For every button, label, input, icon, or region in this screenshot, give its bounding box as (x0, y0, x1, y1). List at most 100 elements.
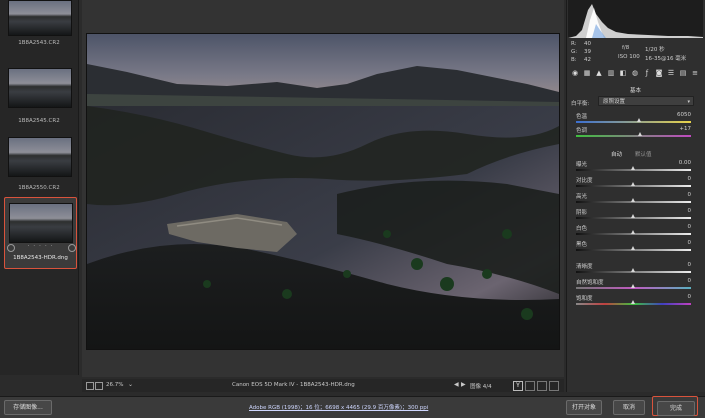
shadows-knob[interactable] (631, 214, 635, 218)
g-value: 39 (584, 49, 591, 55)
g-label: G: (571, 49, 578, 55)
detail-tab-icon[interactable]: ▲ (595, 69, 603, 77)
fx-tab-icon[interactable]: ƒ (643, 69, 651, 77)
before-after-toggle-icon[interactable] (525, 381, 535, 391)
split-toning-tab-icon[interactable]: ◧ (619, 69, 627, 77)
filmstrip-thumb-2[interactable] (8, 68, 72, 108)
tone-curve-tab-icon[interactable]: ▦ (583, 69, 591, 77)
r-value: 40 (584, 41, 591, 47)
filmstrip-item-selected[interactable]: · · · · · 1B8A2543-HDR.dng (4, 197, 77, 269)
vibrance-value[interactable]: 0 (688, 278, 692, 284)
zoom-level[interactable]: 26.7% (106, 382, 123, 388)
histogram-graph (568, 4, 703, 38)
contrast-value[interactable]: 0 (688, 176, 692, 182)
filmstrip-label-4: 1B8A2543-HDR.dng (13, 255, 68, 261)
filmstrip: 1B8A2543.CR2 1B8A2545.CR2 1B8A2550.CR2 (0, 0, 79, 375)
before-after-y-icon[interactable]: Y (513, 381, 523, 391)
saturation-value[interactable]: 0 (688, 294, 692, 300)
whites-slider[interactable]: 白色 0 (568, 224, 703, 238)
temperature-track[interactable] (576, 121, 691, 123)
panel-menu-icon[interactable]: ≡ (691, 69, 699, 77)
contrast-knob[interactable] (631, 182, 635, 186)
cancel-button[interactable]: 取消 (613, 400, 645, 415)
hsl-tab-icon[interactable]: ▥ (607, 69, 615, 77)
clarity-value[interactable]: 0 (688, 262, 692, 268)
auto-tone-link[interactable]: 自动 (611, 150, 622, 158)
basic-tab-icon[interactable]: ◉ (571, 69, 579, 77)
white-balance-value: 原照设置 (603, 99, 626, 105)
preview-image[interactable] (86, 33, 560, 350)
presets-tab-icon[interactable]: ☰ (667, 69, 675, 77)
tint-knob[interactable] (637, 132, 642, 136)
tint-slider[interactable]: 色调 +17 (568, 126, 703, 140)
tint-value[interactable]: +17 (679, 126, 691, 132)
shadows-value[interactable]: 0 (688, 208, 692, 214)
filmstrip-label-3: 1B8A2550.CR2 (18, 185, 60, 191)
r-label: R: (571, 41, 577, 47)
shadows-label: 阴影 (576, 210, 588, 216)
whites-value[interactable]: 0 (688, 224, 692, 230)
temperature-knob[interactable] (636, 118, 641, 122)
filmstrip-thumb-4 (9, 203, 73, 243)
filmstrip-label-2: 1B8A2545.CR2 (18, 118, 60, 124)
vibrance-slider[interactable]: 自然饱和度 0 (568, 278, 703, 292)
zoom-in-icon[interactable] (95, 382, 103, 390)
snapshots-tab-icon[interactable]: ▤ (679, 69, 687, 77)
workflow-options-link[interactable]: Adobe RGB (1998)；16 位；6698 x 4465 (29.9 … (249, 403, 428, 411)
b-label: B: (571, 57, 577, 63)
whites-label: 白色 (576, 226, 588, 232)
highlights-label: 高光 (576, 194, 588, 200)
open-object-button[interactable]: 打开对象 (566, 400, 602, 415)
blacks-label: 黑色 (576, 242, 588, 248)
next-image-icon[interactable]: ▶ (461, 381, 466, 388)
default-tone-link[interactable]: 默认值 (635, 150, 652, 158)
zoom-out-icon[interactable] (86, 382, 94, 390)
filmstrip-label-1: 1B8A2543.CR2 (18, 40, 60, 46)
exposure-value[interactable]: 0.00 (679, 160, 691, 166)
panel-tabs: ◉ ▦ ▲ ▥ ◧ ◍ ƒ ◙ ☰ ▤ ≡ (568, 67, 703, 79)
saturation-slider[interactable]: 饱和度 0 (568, 294, 703, 308)
saturation-knob[interactable] (631, 300, 635, 304)
whites-knob[interactable] (631, 230, 635, 234)
lens-tab-icon[interactable]: ◍ (631, 69, 639, 77)
clarity-knob[interactable] (631, 268, 635, 272)
temperature-value[interactable]: 6050 (677, 112, 691, 118)
blacks-slider[interactable]: 黑色 0 (568, 240, 703, 254)
prev-image-icon[interactable]: ◀ (454, 381, 459, 388)
rating-stars[interactable]: · · · · · (5, 243, 76, 250)
tint-track[interactable] (576, 135, 691, 137)
camera-calibration-tab-icon[interactable]: ◙ (655, 69, 663, 77)
zoom-dropdown-icon[interactable]: ⌄ (128, 381, 133, 388)
tint-label: 色调 (576, 128, 588, 134)
highlights-value[interactable]: 0 (688, 192, 692, 198)
done-button[interactable]: 完成 (657, 401, 695, 416)
white-balance-label: 白平衡: (571, 101, 590, 107)
swap-settings-icon[interactable] (537, 381, 547, 391)
blacks-knob[interactable] (631, 246, 635, 250)
clarity-slider[interactable]: 清晰度 0 (568, 262, 703, 276)
landscape-photo (87, 34, 559, 349)
filmstrip-thumb-3[interactable] (8, 137, 72, 177)
viewer-status-bar: 26.7% ⌄ Canon EOS 5D Mark IV - 1B8A2543-… (82, 379, 564, 392)
saturation-label: 饱和度 (576, 296, 593, 302)
save-image-button[interactable]: 存储图像... (4, 400, 52, 415)
shadows-slider[interactable]: 阴影 0 (568, 208, 703, 222)
white-balance-select[interactable]: 原照设置 ▾ (598, 96, 694, 106)
temperature-slider[interactable]: 色温 6050 (568, 112, 703, 126)
aperture: f/8 (622, 45, 630, 51)
exposure-slider[interactable]: 曝光 0.00 (568, 160, 703, 174)
blacks-value[interactable]: 0 (688, 240, 692, 246)
filmstrip-thumb-1[interactable] (8, 0, 72, 36)
highlights-knob[interactable] (631, 198, 635, 202)
iso: ISO 100 (618, 54, 640, 60)
temperature-label: 色温 (576, 114, 588, 120)
image-counter: 图像 4/4 (470, 384, 492, 390)
highlights-slider[interactable]: 高光 0 (568, 192, 703, 206)
shutter-speed: 1/20 秒 (645, 47, 665, 53)
contrast-slider[interactable]: 对比度 0 (568, 176, 703, 190)
vibrance-knob[interactable] (631, 284, 635, 288)
preview-settings-icon[interactable] (549, 381, 559, 391)
exposure-label: 曝光 (576, 162, 588, 168)
exposure-knob[interactable] (631, 166, 635, 170)
vibrance-label: 自然饱和度 (576, 280, 604, 286)
